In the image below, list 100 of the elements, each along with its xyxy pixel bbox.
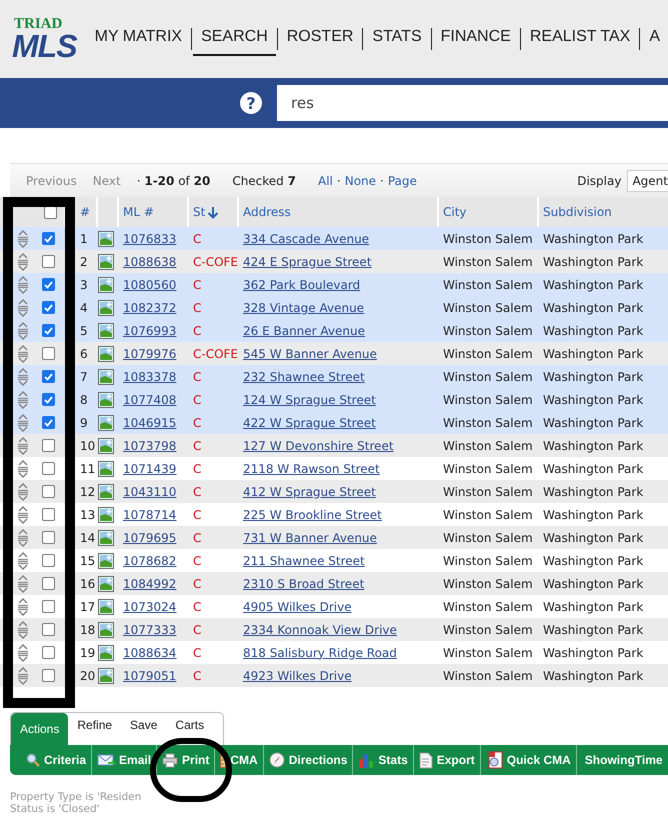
listing-number-link[interactable]: 1078682 [123,554,176,568]
action-button[interactable]: CMA [215,745,264,775]
photo-thumbnail-icon[interactable] [98,576,114,592]
sort-down-icon[interactable] [207,206,220,218]
photo-thumbnail-icon[interactable] [98,300,114,316]
select-link[interactable]: All [318,174,333,188]
panel-tab[interactable]: Save [121,713,166,737]
drag-handle-icon[interactable] [16,276,30,294]
photo-thumbnail-icon[interactable] [98,414,114,430]
panel-tab[interactable]: Carts [166,713,214,737]
photo-thumbnail-icon[interactable] [98,644,114,660]
nav-tab[interactable]: A [641,22,668,56]
address-link[interactable]: 545 W Banner Avenue [243,346,377,360]
action-button[interactable]: Export [414,745,481,775]
photo-thumbnail-icon[interactable] [98,438,114,454]
row-checkbox[interactable] [42,600,55,613]
listing-number-link[interactable]: 1077408 [123,392,176,406]
row-checkbox[interactable] [42,301,55,314]
listing-number-link[interactable]: 1073024 [123,600,176,614]
address-link[interactable]: 127 W Devonshire Street [243,438,394,452]
drag-handle-icon[interactable] [16,436,30,454]
listing-number-link[interactable]: 1076993 [123,324,176,338]
listing-number-link[interactable]: 1079051 [123,668,176,682]
address-link[interactable]: 2118 W Rawson Street [243,462,380,476]
row-checkbox[interactable] [42,623,55,636]
row-checkbox[interactable] [42,278,55,291]
listing-number-link[interactable]: 1080560 [123,278,176,292]
action-button[interactable]: Stats [353,745,414,775]
help-icon[interactable]: ? [240,92,262,114]
drag-handle-icon[interactable] [16,230,30,248]
listing-number-link[interactable]: 1078714 [123,508,176,522]
row-checkbox[interactable] [42,416,55,429]
column-header[interactable]: St [193,205,206,219]
drag-handle-icon[interactable] [16,390,30,408]
listing-number-link[interactable]: 1079976 [123,346,176,360]
row-checkbox[interactable] [42,577,55,590]
row-checkbox[interactable] [42,370,55,383]
listing-number-link[interactable]: 1073798 [123,438,176,452]
select-link[interactable]: Page [388,174,417,188]
photo-thumbnail-icon[interactable] [98,230,114,246]
row-checkbox[interactable] [42,669,55,682]
display-select[interactable]: Agent [627,170,668,192]
row-checkbox[interactable] [42,554,55,567]
search-field[interactable]: res [277,85,668,121]
drag-handle-icon[interactable] [16,598,30,616]
listing-number-link[interactable]: 1082372 [123,300,176,314]
photo-thumbnail-icon[interactable] [98,552,114,568]
listing-number-link[interactable]: 1043110 [123,484,176,498]
panel-tab[interactable]: Refine [68,713,122,737]
row-checkbox[interactable] [42,393,55,406]
address-link[interactable]: 211 Shawnee Street [243,554,365,568]
listing-number-link[interactable]: 1077333 [123,622,176,636]
photo-thumbnail-icon[interactable] [98,392,114,408]
row-checkbox[interactable] [42,324,55,337]
drag-handle-icon[interactable] [16,644,30,662]
drag-handle-icon[interactable] [16,298,30,316]
row-checkbox[interactable] [42,232,55,245]
photo-thumbnail-icon[interactable] [98,322,114,338]
nav-tab[interactable]: ROSTER [278,22,362,56]
photo-thumbnail-icon[interactable] [98,598,114,614]
drag-handle-icon[interactable] [16,528,30,546]
action-button[interactable]: Quick CMA [480,745,577,775]
drag-handle-icon[interactable] [16,620,30,638]
address-link[interactable]: 4905 Wilkes Drive [243,600,352,614]
address-link[interactable]: 328 Vintage Avenue [243,300,364,314]
address-link[interactable]: 422 W Sprague Street [243,416,376,430]
address-link[interactable]: 26 E Banner Avenue [243,324,365,338]
select-link[interactable]: None [344,174,376,188]
triad-mls-logo[interactable]: TRIAD MLS [0,16,79,62]
row-checkbox[interactable] [42,531,55,544]
drag-handle-icon[interactable] [16,666,30,684]
row-checkbox[interactable] [42,508,55,521]
drag-handle-icon[interactable] [16,482,30,500]
drag-handle-icon[interactable] [16,414,30,432]
address-link[interactable]: 124 W Sprague Street [243,392,376,406]
nav-tab[interactable]: SEARCH [193,22,276,56]
drag-handle-icon[interactable] [16,368,30,386]
action-button[interactable]: Email [92,745,158,775]
photo-thumbnail-icon[interactable] [98,622,114,638]
address-link[interactable]: 412 W Sprague Street [243,484,376,498]
nav-tab[interactable]: STATS [364,22,430,56]
address-link[interactable]: 2334 Konnoak View Drive [243,622,397,636]
listing-number-link[interactable]: 1083378 [123,370,176,384]
address-link[interactable]: 731 W Banner Avenue [243,530,377,544]
row-checkbox[interactable] [42,347,55,360]
action-button[interactable]: Print [157,745,216,775]
drag-handle-icon[interactable] [16,506,30,524]
photo-thumbnail-icon[interactable] [98,346,114,362]
address-link[interactable]: 2310 S Broad Street [243,576,364,590]
row-checkbox[interactable] [42,485,55,498]
photo-thumbnail-icon[interactable] [98,668,114,684]
photo-thumbnail-icon[interactable] [98,530,114,546]
address-link[interactable]: 232 Shawnee Street [243,370,365,384]
action-button[interactable]: Criteria [10,745,92,775]
photo-thumbnail-icon[interactable] [98,368,114,384]
listing-number-link[interactable]: 1076833 [123,232,176,246]
nav-tab[interactable]: FINANCE [432,22,519,56]
listing-number-link[interactable]: 1079695 [123,530,176,544]
address-link[interactable]: 362 Park Boulevard [243,278,360,292]
drag-handle-icon[interactable] [16,460,30,478]
